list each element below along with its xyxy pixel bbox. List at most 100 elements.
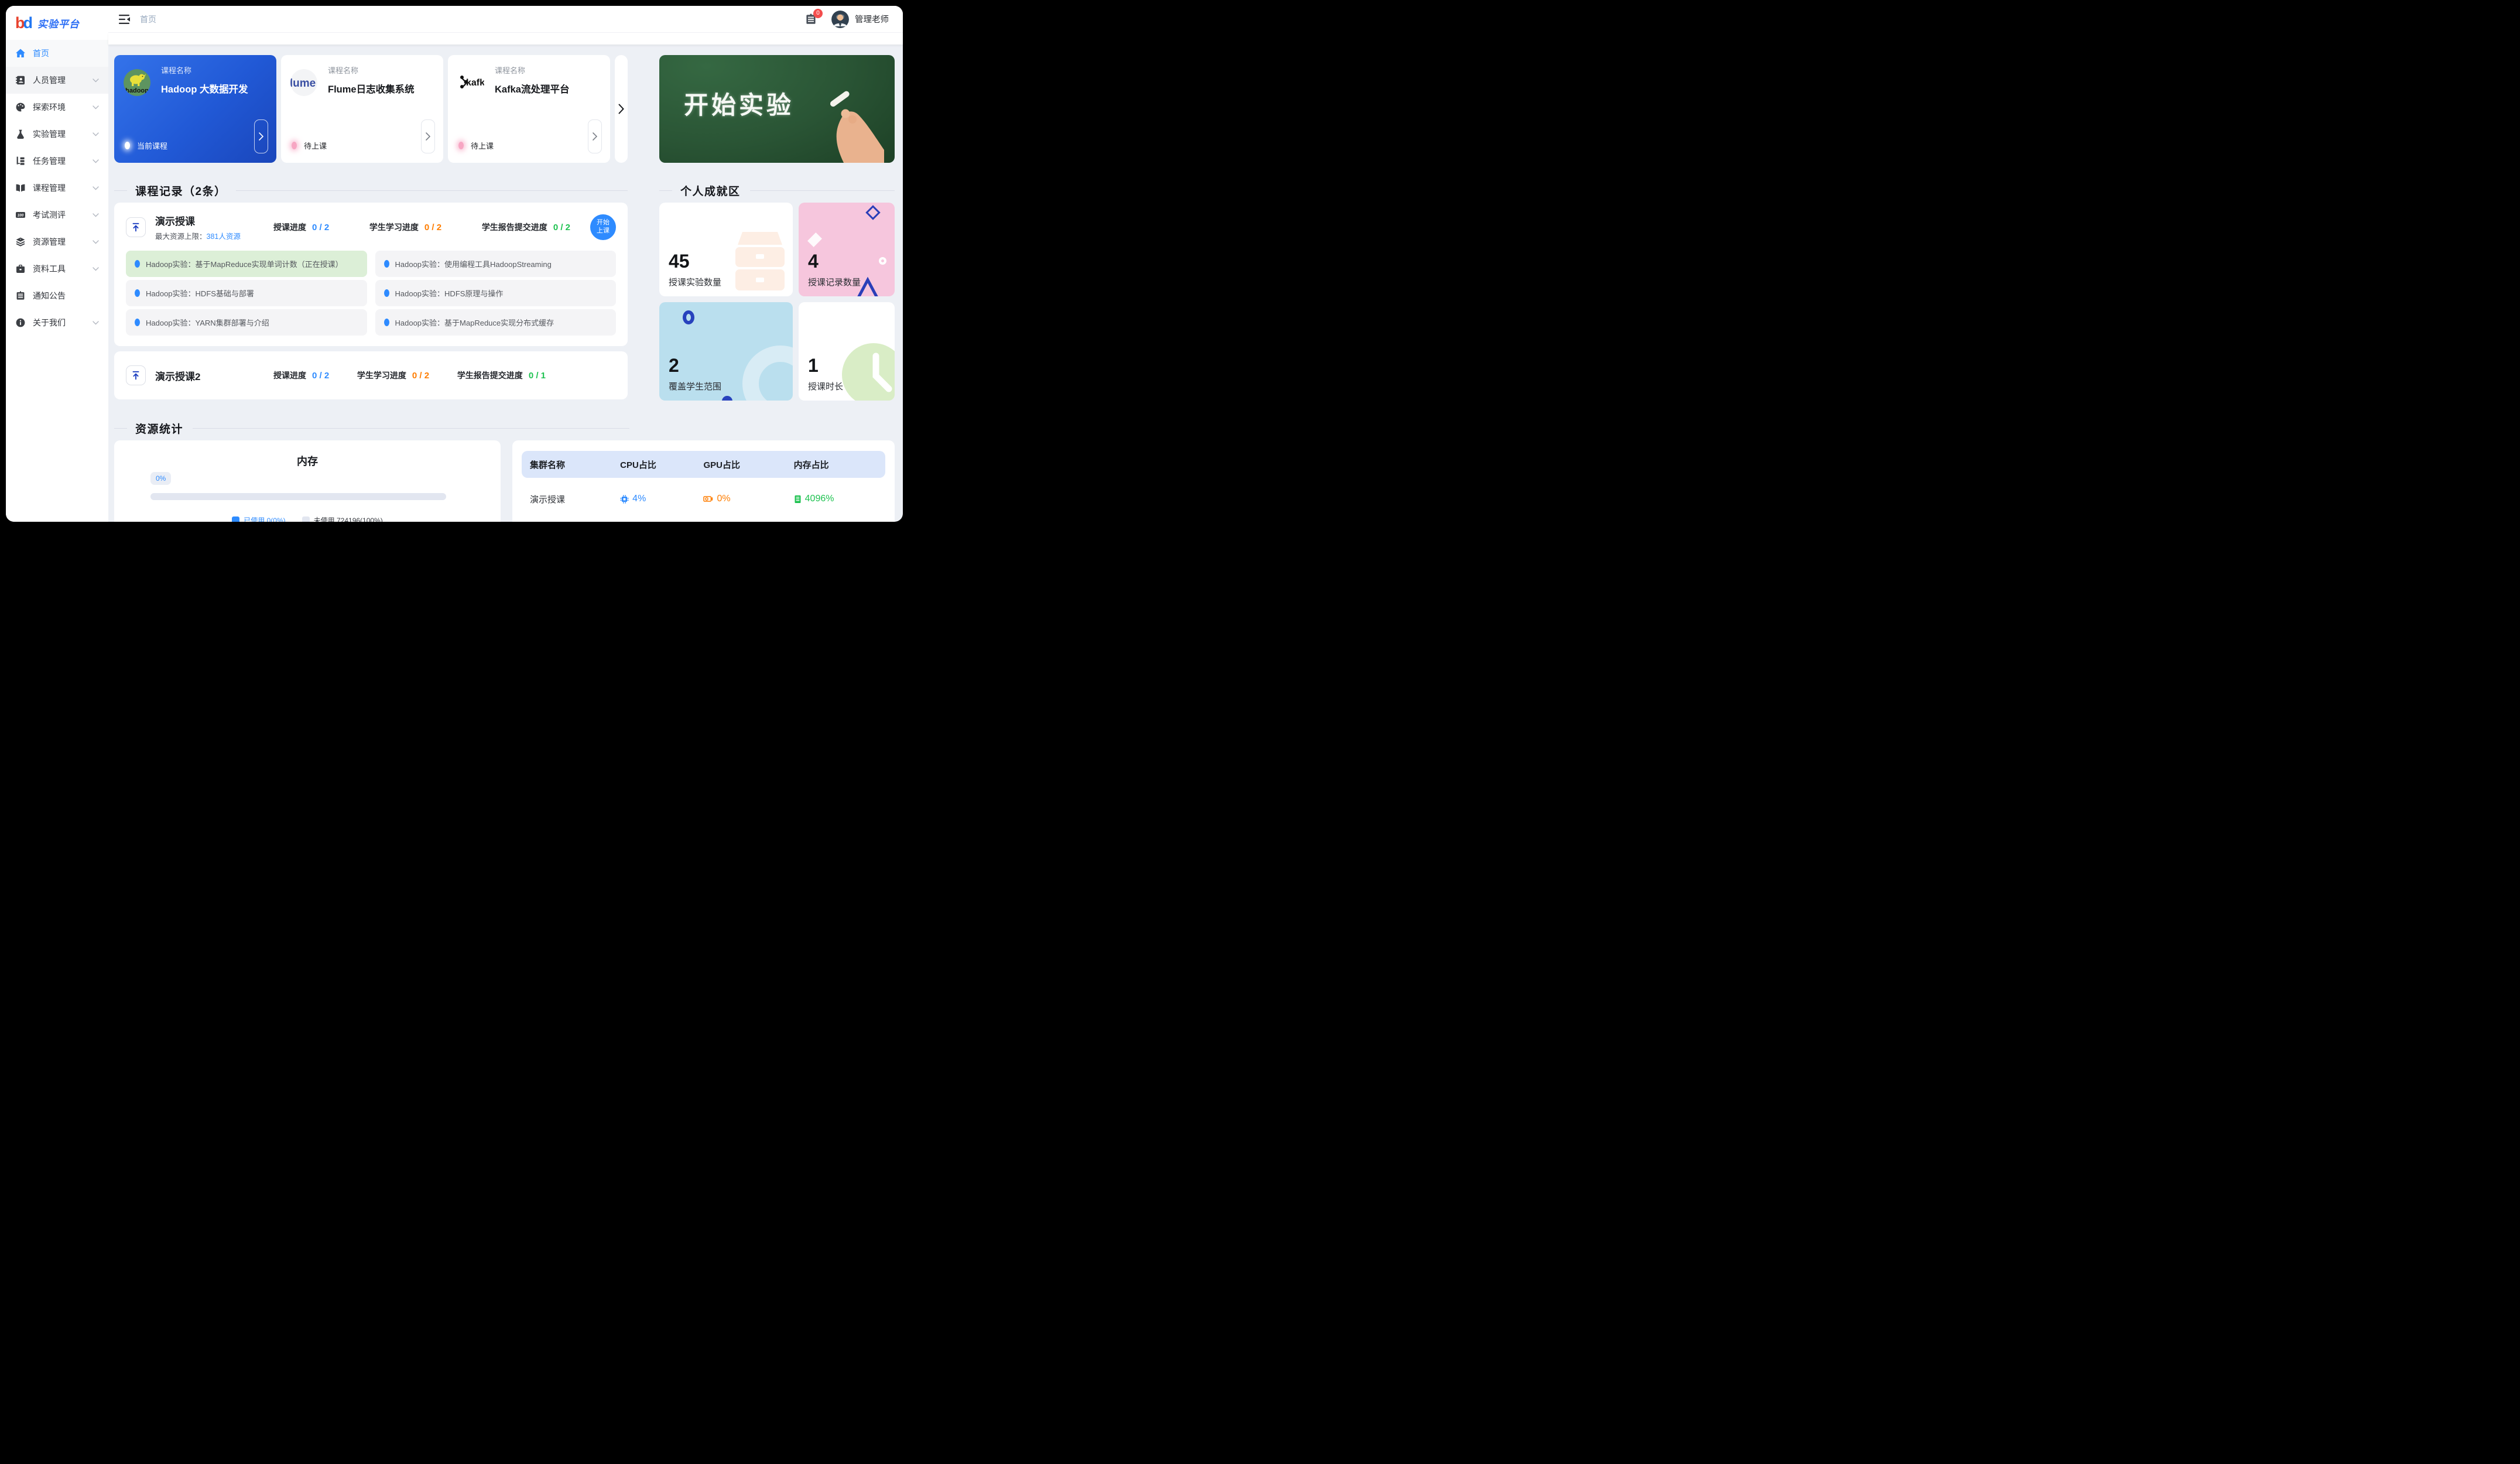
sidebar-item-courses[interactable]: 课程管理: [6, 175, 108, 201]
notification-badge: 0: [813, 9, 823, 18]
status-dot: [458, 142, 464, 149]
experiment-item[interactable]: Hadoop实验：基于MapReduce实现单词计数（正在授课）: [126, 251, 367, 277]
dot-icon: [384, 319, 389, 326]
record-card-2: 演示授课2 授课进度0 / 2 学生学习进度0 / 2 学生报告提交进度0 / …: [114, 351, 628, 399]
flume-logo: lume: [290, 69, 317, 96]
record-stats: 授课进度0 / 2 学生学习进度0 / 2 学生报告提交进度0 / 1: [273, 370, 546, 381]
sidebar: bd 实验平台 首页 人员管理 探索环境 实验管理: [6, 6, 108, 522]
app-window: bd 实验平台 首页 人员管理 探索环境 实验管理: [6, 6, 903, 522]
chevron-down-icon: [93, 132, 99, 136]
resources-section-header: 资源统计: [114, 420, 629, 436]
sidebar-item-personnel[interactable]: 人员管理: [6, 67, 108, 94]
publish-button[interactable]: [126, 217, 146, 237]
publish-button[interactable]: [126, 365, 146, 385]
diamond-icon: [807, 232, 822, 247]
avatar[interactable]: [831, 11, 849, 28]
divider: [114, 428, 127, 429]
record-stats: 授课进度0 / 2 学生学习进度0 / 2 学生报告提交进度0 / 2: [273, 221, 570, 233]
sidebar-item-resources[interactable]: 资源管理: [6, 228, 108, 255]
record-resource: 最大资源上限：381人资源: [155, 230, 268, 241]
sidebar-item-tasks[interactable]: 任务管理: [6, 148, 108, 175]
experiment-item[interactable]: Hadoop实验：基于MapReduce实现分布式缓存: [375, 309, 617, 336]
sidebar-item-label: 首页: [33, 47, 99, 59]
col-header-cluster: 集群名称: [530, 459, 620, 471]
col-header-cpu: CPU占比: [620, 459, 703, 471]
course-card-kafka[interactable]: kafk 课程名称 Kafka流处理平台 待上课: [448, 55, 610, 163]
chevron-right-icon: [259, 132, 263, 141]
status-dot: [125, 142, 130, 149]
col-header-mem: 内存占比: [794, 459, 877, 471]
task-tree-icon: [15, 156, 26, 166]
carousel-next-button[interactable]: [615, 55, 628, 163]
layers-icon: [15, 237, 26, 247]
dot-icon: [384, 289, 389, 297]
sidebar-item-label: 课程管理: [33, 182, 93, 194]
sidebar-item-experiments[interactable]: 实验管理: [6, 121, 108, 148]
course-card-flume[interactable]: lume 课程名称 Flume日志收集系统 待上课: [281, 55, 443, 163]
cluster-table-card: 集群名称 CPU占比 GPU占比 内存占比 演示授课 4% 0%: [512, 440, 895, 522]
sidebar-item-tools[interactable]: 资料工具: [6, 255, 108, 282]
screen: bd 实验平台 首页 人员管理 探索环境 实验管理: [0, 0, 909, 528]
diamond-outline-icon: [865, 205, 880, 220]
divider: [114, 190, 127, 191]
experiment-item[interactable]: Hadoop实验：HDFS原理与操作: [375, 280, 617, 306]
flask-icon: [15, 129, 26, 139]
username[interactable]: 管理老师: [855, 13, 889, 25]
chevron-right-icon: [618, 104, 624, 114]
course-card-hadoop[interactable]: hadoop 课程名称 Hadoop 大数据开发 当前课程: [114, 55, 276, 163]
course-status: 待上课: [458, 140, 494, 151]
dot-icon: [384, 260, 389, 268]
course-name: Flume日志收集系统: [328, 81, 433, 95]
svg-text:hadoop: hadoop: [125, 87, 149, 94]
divider: [659, 190, 672, 191]
sidebar-fold-icon[interactable]: [119, 14, 131, 25]
sidebar-item-announcements[interactable]: 通知公告: [6, 282, 108, 309]
course-open-button[interactable]: [421, 119, 435, 153]
cpu-value: 4%: [620, 494, 703, 504]
stat-value: 4: [808, 252, 885, 271]
course-label: 课程名称: [328, 64, 433, 76]
sidebar-item-home[interactable]: 首页: [6, 40, 108, 67]
chevron-right-icon: [426, 132, 430, 141]
records-section-header: 课程记录（2条）: [114, 183, 628, 198]
achievements-grid: 45 授课实验数量 4 授课记录数量: [659, 203, 895, 401]
page-content: hadoop 课程名称 Hadoop 大数据开发 当前课程 lume: [108, 45, 903, 522]
records-title: 课程记录（2条）: [135, 183, 227, 199]
stat-teaching-progress: 授课进度0 / 2: [273, 221, 329, 233]
course-open-button[interactable]: [254, 119, 268, 153]
course-status: 当前课程: [125, 140, 167, 151]
sidebar-item-exams[interactable]: 100 考试测评: [6, 201, 108, 228]
info-icon: [15, 317, 26, 328]
table-header-row: 集群名称 CPU占比 GPU占比 内存占比: [522, 451, 885, 478]
experiment-item[interactable]: Hadoop实验：使用编程工具HadoopStreaming: [375, 251, 617, 277]
tags-bar: [108, 33, 903, 45]
stat-value: 2: [669, 356, 783, 375]
achievements-section-header: 个人成就区: [659, 183, 895, 198]
start-class-button[interactable]: 开始上课: [590, 214, 616, 240]
sidebar-item-explore[interactable]: 探索环境: [6, 94, 108, 121]
breadcrumb[interactable]: 首页: [140, 13, 156, 25]
notification-button[interactable]: 0: [804, 13, 817, 26]
experiment-item[interactable]: Hadoop实验：YARN集群部署与介绍: [126, 309, 367, 336]
table-row: 演示授课 4% 0% 4096%: [522, 478, 885, 520]
stat-report-progress: 学生报告提交进度0 / 1: [457, 370, 546, 381]
legend-swatch-unused: [302, 516, 310, 522]
cpu-icon: [620, 495, 629, 504]
app-logo[interactable]: bd 实验平台: [6, 6, 108, 40]
memory-progress-bar: [150, 493, 446, 500]
stat-value: 1: [808, 356, 885, 375]
sidebar-item-label: 通知公告: [33, 290, 99, 302]
svg-text:100: 100: [18, 214, 24, 218]
record-name: 演示授课2: [155, 368, 268, 383]
course-carousel: hadoop 课程名称 Hadoop 大数据开发 当前课程 lume: [114, 55, 628, 163]
experiment-item[interactable]: Hadoop实验：HDFS基础与部署: [126, 280, 367, 306]
cluster-name: 演示授课: [530, 493, 620, 505]
start-experiment-banner[interactable]: 开始实验: [659, 55, 895, 163]
resource-link[interactable]: 381人资源: [207, 232, 241, 241]
sidebar-item-about[interactable]: 关于我们: [6, 309, 108, 336]
logo-letter-d: d: [23, 15, 33, 31]
course-open-button[interactable]: [588, 119, 602, 153]
record-card-1: 演示授课 最大资源上限：381人资源 授课进度0 / 2 学生学习进度0 / 2…: [114, 203, 628, 346]
dot-icon: [135, 319, 140, 326]
gpu-icon: [703, 495, 713, 503]
